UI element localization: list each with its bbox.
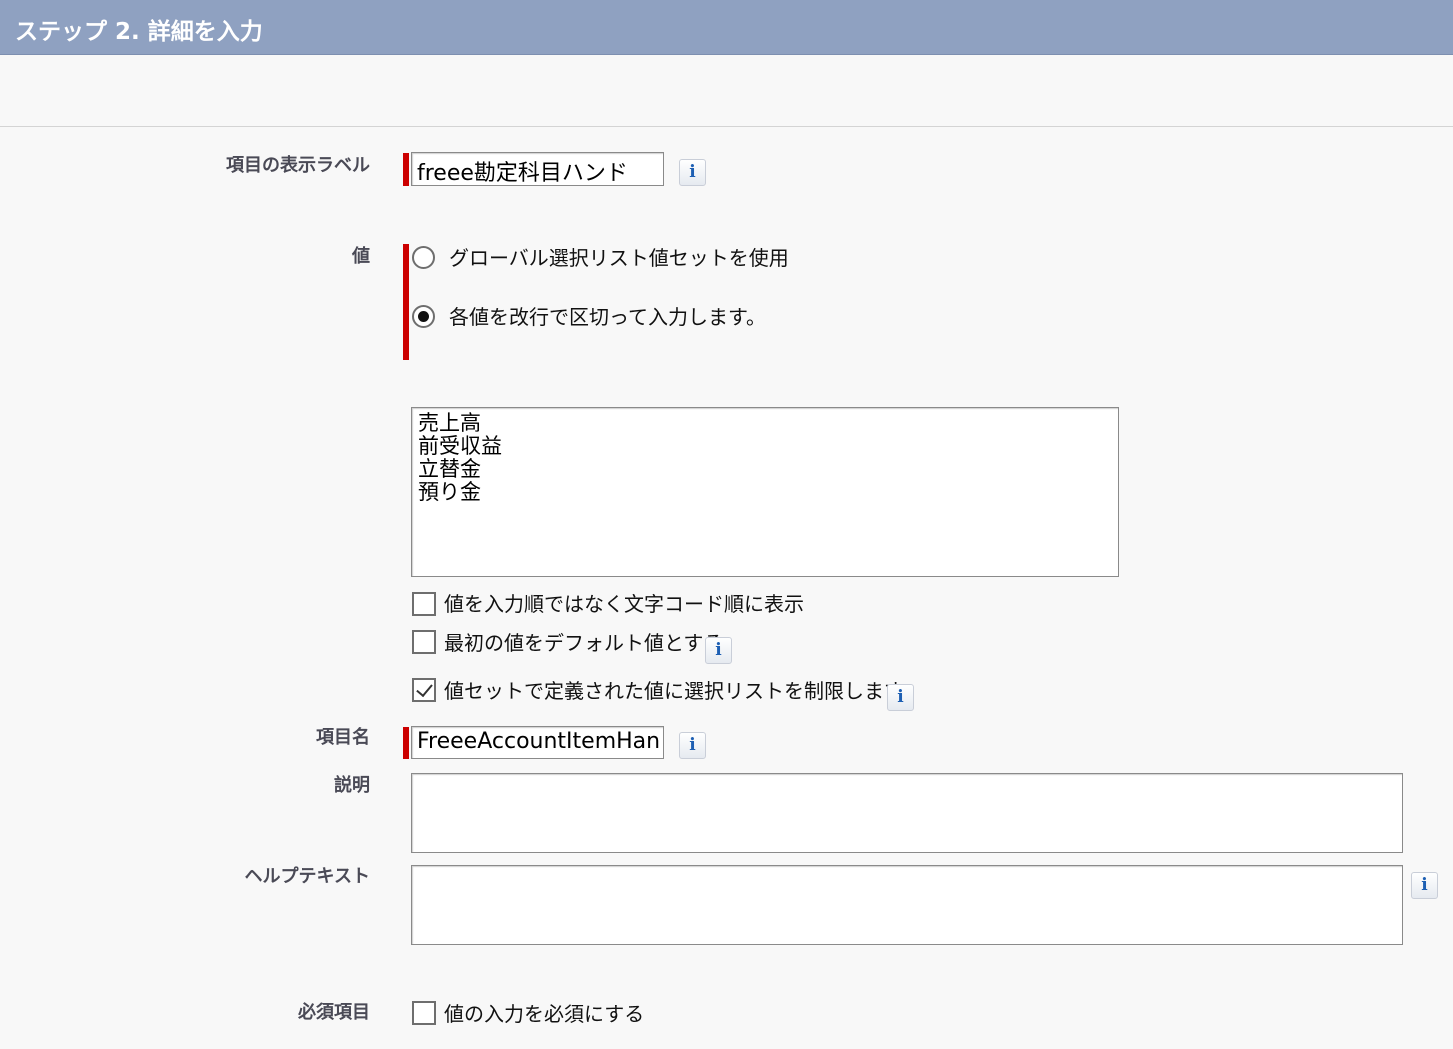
help-text-label: ヘルプテキスト	[244, 866, 370, 887]
restrict-values-info-icon[interactable]: i	[887, 684, 914, 711]
display-label-label: 項目の表示ラベル	[226, 155, 370, 176]
restrict-values-label: 値セットで定義された値に選択リストを制限します	[444, 679, 904, 703]
sort-alpha-label: 値を入力順ではなく文字コード順に表示	[444, 592, 804, 616]
value-entry: 売上高	[418, 411, 481, 435]
global-valueset-radio[interactable]	[412, 246, 435, 269]
first-default-label: 最初の値をデフォルト値とする	[444, 631, 724, 655]
enter-values-radio[interactable]	[412, 305, 435, 328]
display-label-info-icon[interactable]: i	[679, 159, 706, 186]
description-textarea[interactable]	[411, 773, 1403, 853]
display-label-input[interactable]: freee勘定科目ハンド	[411, 152, 664, 186]
values-label: 値	[352, 246, 370, 267]
value-entry: 立替金	[418, 457, 481, 481]
field-name-label: 項目名	[316, 727, 370, 748]
required-indicator	[403, 244, 409, 360]
required-checkbox-label: 値の入力を必須にする	[444, 1002, 645, 1026]
required-indicator	[403, 153, 409, 186]
sort-alpha-checkbox[interactable]	[412, 592, 436, 616]
value-entry: 預り金	[418, 480, 481, 504]
restrict-values-checkbox[interactable]	[412, 678, 436, 702]
field-name-input[interactable]: FreeeAccountItemHan	[411, 726, 664, 759]
value-entry: 前受収益	[418, 434, 502, 458]
values-textarea[interactable]: 売上高 前受収益 立替金 預り金	[411, 407, 1119, 577]
section-divider	[0, 126, 1453, 127]
step-header: ステップ 2. 詳細を入力	[0, 0, 1453, 55]
first-default-checkbox[interactable]	[412, 630, 436, 654]
required-checkbox[interactable]	[412, 1001, 436, 1025]
step-title: ステップ 2. 詳細を入力	[15, 19, 263, 45]
enter-values-label: 各値を改行で区切って入力します。	[449, 305, 766, 329]
help-text-textarea[interactable]	[411, 865, 1403, 945]
required-label: 必須項目	[298, 1002, 370, 1023]
description-label: 説明	[334, 775, 370, 796]
help-text-info-icon[interactable]: i	[1411, 872, 1438, 899]
global-valueset-label: グローバル選択リスト値セットを使用	[449, 246, 789, 270]
first-default-info-icon[interactable]: i	[705, 637, 732, 664]
field-name-info-icon[interactable]: i	[679, 732, 706, 759]
required-indicator	[403, 727, 409, 759]
